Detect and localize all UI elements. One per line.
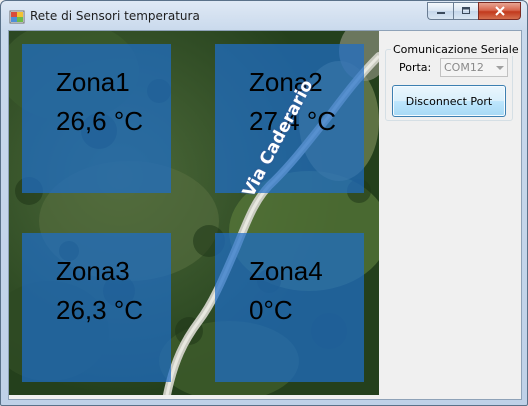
port-value: COM12 — [444, 61, 484, 74]
zone-1: Zona1 26,6 °C — [22, 44, 171, 193]
minimize-icon — [436, 12, 445, 14]
port-select[interactable]: COM12 — [440, 58, 508, 77]
minimize-button[interactable] — [427, 2, 453, 20]
zone-3: Zona3 26,3 °C — [22, 233, 171, 382]
main-window: Rete di Sensori temperatura Zona1 26,6 °… — [0, 0, 528, 406]
zone-temperature: 26,3 °C — [56, 295, 144, 325]
chevron-down-icon[interactable] — [492, 59, 507, 76]
zone-name: Zona1 — [56, 67, 130, 97]
zone-name: Zona4 — [249, 256, 323, 286]
maximize-button[interactable] — [453, 2, 478, 20]
close-icon — [494, 6, 505, 16]
window-controls — [427, 2, 521, 20]
maximize-icon — [462, 7, 470, 14]
port-label: Porta: — [399, 61, 432, 74]
close-button[interactable] — [478, 2, 521, 20]
serial-group-title: Comunicazione Seriale — [391, 43, 521, 56]
client-area: Zona1 26,6 °C Zona2 27,4 °C Zona3 26,3 °… — [8, 30, 522, 400]
satellite-map: Zona1 26,6 °C Zona2 27,4 °C Zona3 26,3 °… — [9, 31, 379, 395]
zone-temperature: 26,6 °C — [56, 106, 144, 136]
disconnect-port-button[interactable]: Disconnect Port — [392, 85, 506, 117]
zone-temperature: 0°C — [249, 295, 293, 325]
zone-name: Zona3 — [56, 256, 130, 286]
title-bar[interactable]: Rete di Sensori temperatura — [1, 1, 527, 31]
zone-4: Zona4 0°C — [215, 233, 364, 382]
window-title: Rete di Sensori temperatura — [30, 9, 200, 23]
app-icon — [9, 9, 25, 25]
